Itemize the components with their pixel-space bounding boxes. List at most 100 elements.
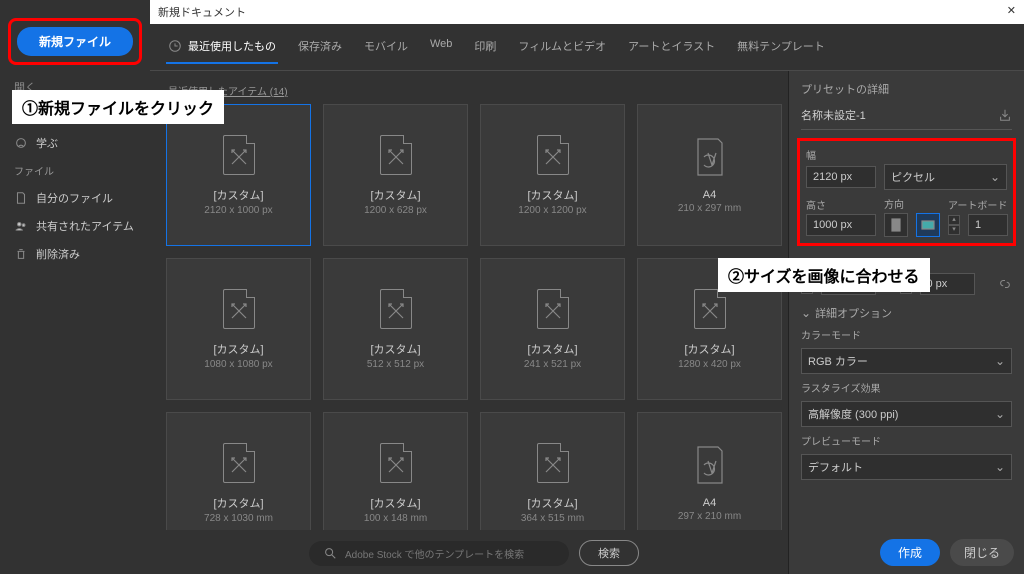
search-input[interactable]: Adobe Stock で他のテンプレートを検索 — [309, 541, 569, 566]
new-file-button[interactable]: 新規ファイル — [17, 27, 133, 56]
preset-title: [カスタム] — [213, 187, 263, 203]
tab-mobile[interactable]: モバイル — [362, 34, 410, 64]
learn-icon — [14, 136, 28, 150]
colormode-dropdown[interactable]: RGB カラー — [801, 348, 1012, 374]
preset-dimensions: 100 x 148 mm — [364, 513, 427, 524]
preset-grid: [カスタム]2120 x 1000 px[カスタム]1200 x 628 px[… — [166, 104, 782, 530]
sidebar-my-files-label: 自分のファイル — [36, 190, 113, 206]
tab-web[interactable]: Web — [428, 34, 454, 64]
preset-title: [カスタム] — [370, 187, 420, 203]
dialog-titlebar: 新規ドキュメント ✕ — [150, 0, 1024, 24]
preset-title: A4 — [703, 189, 716, 201]
sidebar-learn-label: 学ぶ — [36, 135, 58, 151]
advanced-label: 詳細オプション — [815, 305, 892, 321]
tab-film[interactable]: フィルムとビデオ — [516, 34, 608, 64]
preset-name-field[interactable]: 名称未設定-1 — [801, 107, 992, 123]
artboard-stepper[interactable]: ▴▾ — [948, 215, 960, 235]
preset-dimensions: 297 x 210 mm — [678, 511, 741, 522]
preset-card[interactable]: [カスタム] 241 x 521 px — [480, 258, 625, 400]
preset-icon — [535, 289, 571, 333]
chevron-down-icon — [990, 170, 1000, 184]
annotation-size: ②サイズを画像に合わせる — [718, 258, 930, 292]
trash-icon — [14, 247, 28, 261]
tab-art[interactable]: アートとイラスト — [626, 34, 717, 64]
preset-card[interactable]: [カスタム] 100 x 148 mm — [323, 412, 468, 530]
chevron-down-icon — [995, 460, 1005, 474]
advanced-toggle[interactable]: 詳細オプション — [801, 305, 1012, 321]
file-icon — [14, 191, 28, 205]
link-icon[interactable] — [998, 277, 1012, 291]
preset-card[interactable]: A4210 x 297 mm — [637, 104, 782, 246]
close-button[interactable]: 閉じる — [950, 539, 1014, 566]
raster-label: ラスタライズ効果 — [801, 380, 1012, 395]
orientation-landscape[interactable] — [916, 213, 940, 237]
tab-print[interactable]: 印刷 — [472, 34, 498, 64]
create-button[interactable]: 作成 — [880, 539, 940, 566]
dialog-close-button[interactable]: ✕ — [1007, 4, 1016, 20]
preview-label: プレビューモード — [801, 433, 1012, 448]
save-preset-icon[interactable] — [998, 108, 1012, 122]
preset-dimensions: 1200 x 1200 px — [518, 205, 586, 216]
preset-card[interactable]: [カスタム] 1200 x 1200 px — [480, 104, 625, 246]
search-button[interactable]: 検索 — [579, 540, 639, 566]
files-section-label: ファイル — [0, 157, 150, 184]
height-label: 高さ — [806, 197, 876, 212]
preset-dimensions: 241 x 521 px — [524, 359, 581, 370]
preset-card[interactable]: A4 297 x 210 mm — [637, 412, 782, 530]
colormode-label: カラーモード — [801, 327, 1012, 342]
preset-title: [カスタム] — [684, 341, 734, 357]
preset-title: [カスタム] — [527, 341, 577, 357]
tab-recent[interactable]: 最近使用したもの — [166, 34, 278, 64]
width-input[interactable]: 2120 px — [806, 166, 876, 188]
width-label: 幅 — [806, 147, 1007, 162]
preset-card[interactable]: [カスタム]1200 x 628 px — [323, 104, 468, 246]
tab-free[interactable]: 無料テンプレート — [735, 34, 827, 64]
sidebar-shared[interactable]: 共有されたアイテム — [0, 212, 150, 240]
preview-value: デフォルト — [808, 459, 863, 475]
sidebar-my-files[interactable]: 自分のファイル — [0, 184, 150, 212]
preset-card[interactable]: [カスタム]364 x 515 mm — [480, 412, 625, 530]
sidebar-learn[interactable]: 学ぶ — [0, 129, 150, 157]
preset-title: A4 — [703, 497, 716, 509]
preset-title: [カスタム] — [370, 495, 420, 511]
raster-value: 高解像度 (300 ppi) — [808, 406, 898, 422]
chevron-down-icon — [995, 354, 1005, 368]
preset-title: [カスタム] — [527, 495, 577, 511]
unit-value: ピクセル — [891, 169, 935, 185]
artboard-input[interactable]: 1 — [968, 214, 1008, 236]
unit-dropdown[interactable]: ピクセル — [884, 164, 1007, 190]
recent-items-label: 最近使用したアイテム (14) — [166, 81, 782, 104]
tab-recent-label: 最近使用したもの — [188, 38, 276, 54]
chevron-down-icon — [995, 407, 1005, 421]
preview-dropdown[interactable]: デフォルト — [801, 454, 1012, 480]
chevron-down-icon — [801, 306, 811, 320]
preset-icon — [378, 289, 414, 333]
preset-icon — [692, 445, 728, 489]
size-highlight: 幅 2120 px ピクセル 高さ 1000 px 方向 — [797, 138, 1016, 246]
orientation-label: 方向 — [884, 196, 940, 211]
tab-saved[interactable]: 保存済み — [296, 34, 344, 64]
preset-icon — [535, 443, 571, 487]
preset-card[interactable]: [カスタム] 1080 x 1080 px — [166, 258, 311, 400]
new-file-highlight: 新規ファイル — [8, 18, 142, 65]
preset-dimensions: 1080 x 1080 px — [204, 359, 272, 370]
raster-dropdown[interactable]: 高解像度 (300 ppi) — [801, 401, 1012, 427]
preset-title: [カスタム] — [527, 187, 577, 203]
search-bar: Adobe Stock で他のテンプレートを検索 検索 — [309, 540, 639, 566]
preset-icon — [221, 289, 257, 333]
preset-icon — [221, 443, 257, 487]
preset-icon — [378, 443, 414, 487]
sidebar-deleted[interactable]: 削除済み — [0, 240, 150, 268]
preset-dimensions: 1280 x 420 px — [678, 359, 741, 370]
clock-icon — [168, 39, 182, 53]
preset-card[interactable]: [カスタム]728 x 1030 mm — [166, 412, 311, 530]
preset-title: [カスタム] — [370, 341, 420, 357]
preset-title: [カスタム] — [213, 341, 263, 357]
height-input[interactable]: 1000 px — [806, 214, 876, 236]
annotation-new-file: ①新規ファイルをクリック — [12, 90, 224, 124]
preset-card[interactable]: [カスタム]2120 x 1000 px — [166, 104, 311, 246]
artboard-label: アートボード — [948, 197, 1008, 212]
orientation-portrait[interactable] — [884, 213, 908, 237]
preset-icon — [692, 289, 728, 333]
preset-card[interactable]: [カスタム]512 x 512 px — [323, 258, 468, 400]
